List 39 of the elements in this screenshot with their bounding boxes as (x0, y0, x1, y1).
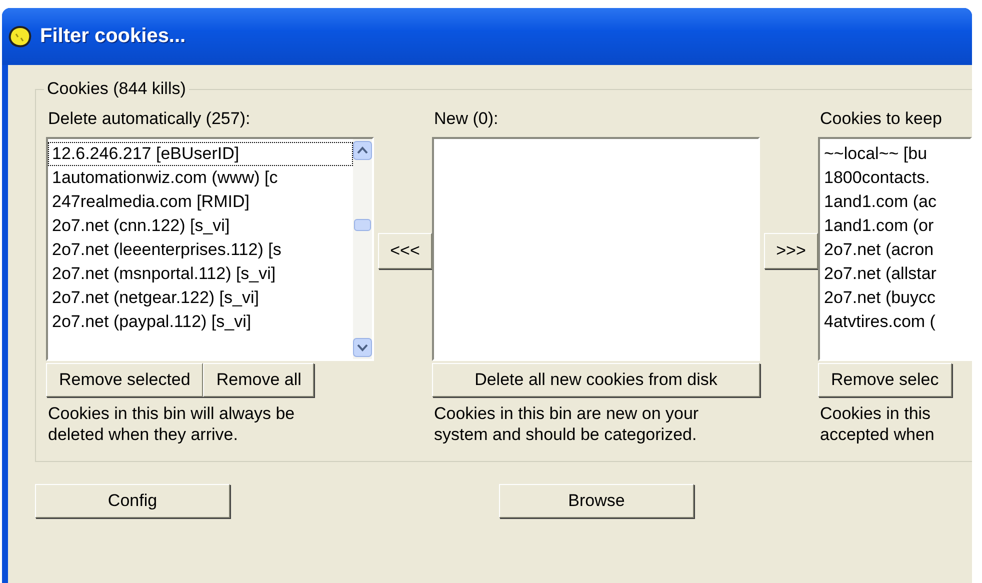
cookie-icon (8, 26, 32, 48)
cookie-list[interactable] (46, 137, 374, 361)
footer-button[interactable]: Browse (499, 484, 694, 518)
bin-description: Cookies in this accepted when (820, 403, 936, 445)
action-button[interactable]: Delete all new cookies from disk (432, 363, 760, 397)
list-item[interactable]: 2o7.net (netgear.122) [s_vi] (48, 286, 353, 310)
scroll-thumb[interactable] (354, 219, 371, 231)
list-item[interactable]: 2o7.net (allstar (820, 262, 970, 286)
list-item[interactable]: 2o7.net (msnportal.112) [s_vi] (48, 262, 353, 286)
group-legend: Cookies (844 kills) (44, 79, 189, 99)
footer-button[interactable]: Config (35, 484, 230, 518)
scrollbar[interactable] (353, 139, 372, 359)
list-item[interactable]: 12.6.246.217 [eBUserID] (48, 142, 353, 166)
list-item[interactable]: 1automationwiz.com (www) [c (48, 166, 353, 190)
list-item[interactable]: 247realmedia.com [RMID] (48, 190, 353, 214)
list-item[interactable]: 2o7.net (leeenterprises.112) [s (48, 238, 353, 262)
list-item[interactable]: ~~local~~ [bu (820, 142, 970, 166)
list-item[interactable]: 2o7.net (cnn.122) [s_vi] (48, 214, 353, 238)
list-item[interactable]: 1and1.com (or (820, 214, 970, 238)
list-item[interactable]: 2o7.net (paypal.112) [s_vi] (48, 310, 353, 334)
list-item[interactable]: 4atvtires.com ( (820, 310, 970, 334)
list-label: New (0): (434, 109, 500, 129)
action-button[interactable]: Remove selec (818, 363, 952, 397)
bin-description: Cookies in this bin will always be deleted when they arrive. (48, 403, 296, 445)
action-button[interactable]: Remove selected (46, 363, 204, 397)
move-button[interactable]: <<< (378, 233, 432, 269)
list-label: Delete automatically (257): (48, 109, 252, 129)
list-item[interactable]: 1800contacts. (820, 166, 970, 190)
action-button[interactable]: Remove all (203, 363, 314, 397)
move-button[interactable]: >>> (764, 233, 818, 269)
scroll-down-icon[interactable] (353, 338, 372, 357)
list-label: Cookies to keep (820, 109, 943, 129)
window-title: Filter cookies... (40, 25, 186, 48)
list-item[interactable]: 1and1.com (ac (820, 190, 970, 214)
scroll-up-icon[interactable] (353, 141, 372, 160)
list-item[interactable]: 2o7.net (buycc (820, 286, 970, 310)
list-item[interactable]: 2o7.net (acron (820, 238, 970, 262)
cookie-list[interactable]: ~~local~~ [bu 1800contacts. 1and1.com (ac 1and1.com (or 2o7.net (acron 2o7.net (allstar 2o7.net (buycc 4atvtires.com ( (818, 137, 972, 361)
bin-description: Cookies in this bin are new on your system and should be categorized. (434, 403, 700, 445)
